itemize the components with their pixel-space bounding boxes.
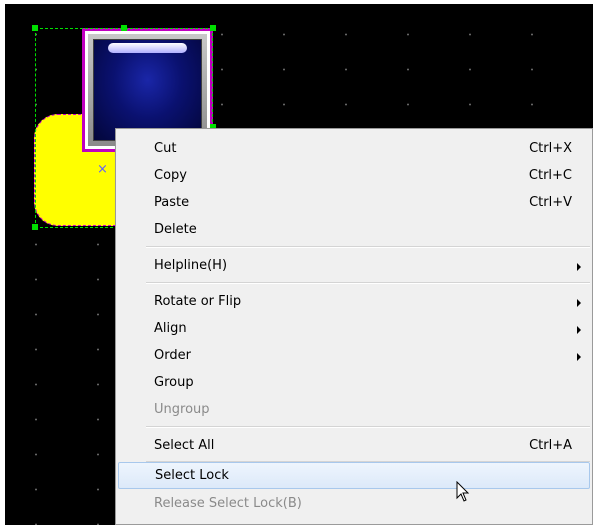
menu-item-select-lock[interactable]: Select Lock [118,462,590,489]
menu-separator [146,282,590,284]
menu-item-label: Rotate or Flip [154,294,242,309]
menu-item-label: Helpline(H) [154,258,228,273]
resize-handle-sw[interactable] [32,224,38,230]
menu-item-label: Release Select Lock(B) [154,496,302,511]
menu-item-ungroup[interactable]: Ungroup [118,397,590,424]
menu-item-label: Select All [154,438,215,453]
menu-item-rotate-or-flip[interactable]: Rotate or Flip [118,289,590,316]
menu-item-order[interactable]: Order [118,343,590,370]
menu-item-align[interactable]: Align [118,316,590,343]
context-menu: Cut Ctrl+X Copy Ctrl+C Paste Ctrl+V Delete Help… [115,128,593,525]
submenu-arrow-icon [577,326,581,334]
menu-item-delete[interactable]: Delete [118,217,590,244]
menu-item-label: Group [154,375,194,390]
menu-item-label: Select Lock [155,468,229,483]
menu-item-label: Delete [154,222,197,237]
resize-handle-n[interactable] [121,25,127,31]
menu-item-label: Align [154,321,187,336]
menu-item-select-all[interactable]: Select All Ctrl+A [118,433,590,460]
submenu-arrow-icon [577,263,581,271]
menu-item-copy[interactable]: Copy Ctrl+C [118,163,590,190]
menu-item-helpline[interactable]: Helpline(H) [118,253,590,280]
menu-item-shortcut: Ctrl+C [528,168,572,183]
menu-separator [146,426,590,428]
menu-item-label: Ungroup [154,402,210,417]
menu-item-label: Copy [154,168,187,183]
menu-item-cut[interactable]: Cut Ctrl+X [118,136,590,163]
submenu-arrow-icon [577,299,581,307]
mouse-pointer-icon [456,480,470,507]
resize-handle-ne[interactable] [210,25,216,31]
menu-item-group[interactable]: Group [118,370,590,397]
menu-item-shortcut: Ctrl+V [529,195,572,210]
submenu-arrow-icon [577,353,581,361]
menu-item-label: Paste [154,195,190,210]
menu-item-label: Order [154,348,191,363]
menu-item-shortcut: Ctrl+X [529,141,572,156]
menu-item-label: Cut [154,141,177,156]
menu-item-release-select-lock[interactable]: Release Select Lock(B) [118,491,590,518]
menu-item-paste[interactable]: Paste Ctrl+V [118,190,590,217]
resize-handle-nw[interactable] [32,25,38,31]
menu-separator [146,246,590,248]
menu-item-shortcut: Ctrl+A [529,438,572,453]
